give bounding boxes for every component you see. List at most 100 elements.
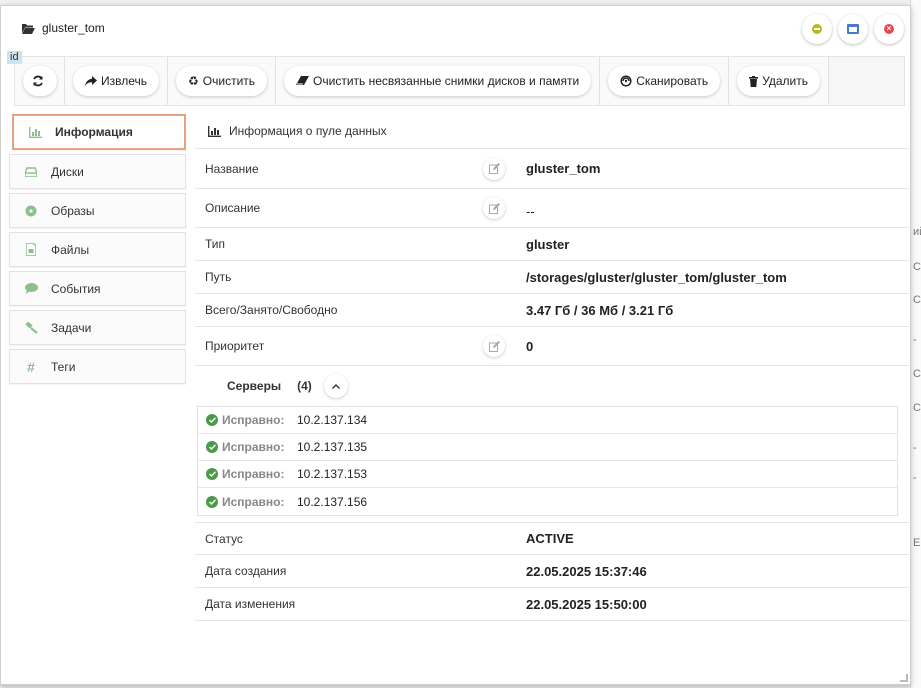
toolbar-group-clean: ♻ Очистить (168, 57, 277, 105)
panel-header: Информация о пуле данных (195, 114, 909, 149)
window-title: gluster_tom (42, 21, 105, 35)
check-circle-icon (206, 441, 218, 453)
sidebar-item-label: События (51, 281, 101, 296)
edit-priority-button[interactable] (483, 335, 505, 357)
edit-icon (488, 202, 500, 214)
list-item: Исправно: 10.2.137.153 (198, 461, 897, 488)
id-badge: id (7, 51, 22, 64)
file-icon (24, 243, 38, 257)
field-row-priority: Приоритет 0 (195, 327, 909, 366)
bar-chart-icon (208, 125, 221, 137)
field-row-space: Всего/Занято/Свободно 3.47 Гб / 36 Мб / … (195, 294, 909, 327)
minimize-button[interactable] (802, 14, 832, 44)
toolbar-group-clean-unlinked: Очистить несвязанные снимки дисков и пам… (276, 57, 601, 105)
field-value-type: gluster (526, 236, 570, 252)
bg-cell: - (913, 334, 917, 346)
sidebar-item-tasks[interactable]: Задачи (9, 310, 186, 345)
close-icon: × (884, 24, 894, 34)
edit-description-button[interactable] (483, 197, 505, 219)
disc-icon (24, 204, 38, 218)
sidebar-item-label: Задачи (51, 320, 92, 335)
sidebar-item-info[interactable]: Информация (12, 114, 186, 150)
eraser-icon (296, 76, 310, 85)
list-item: Исправно: 10.2.137.135 (198, 434, 897, 461)
server-status: Исправно: (222, 467, 285, 481)
toolbar-group-extract: Извлечь (65, 57, 169, 105)
field-label: Дата создания (205, 564, 287, 578)
scan-button[interactable]: Сканировать (608, 66, 721, 96)
field-value-modified: 22.05.2025 15:50:00 (526, 596, 647, 612)
list-item: Исправно: 10.2.137.156 (198, 488, 897, 515)
bg-cell: - (913, 472, 917, 484)
delete-button[interactable]: Удалить (737, 66, 820, 96)
toolbar: Извлечь ♻ Очистить Очистить несвязанные … (14, 56, 905, 106)
bg-cell: С (913, 261, 921, 273)
servers-label: Серверы (227, 379, 282, 393)
sidebar-item-files[interactable]: Файлы (9, 232, 186, 267)
field-row-path: Путь /storages/gluster/gluster_tom/glust… (195, 261, 909, 294)
extract-button[interactable]: Извлечь (73, 66, 160, 96)
sidebar: Информация Диски Образы Файлы События За… (9, 114, 186, 388)
field-row-type: Тип gluster (195, 228, 909, 261)
collapse-servers-button[interactable] (323, 374, 348, 398)
bg-cell: Е (913, 537, 921, 549)
field-label: Дата изменения (205, 597, 296, 611)
check-circle-icon (206, 468, 218, 480)
server-ip: 10.2.137.153 (297, 467, 368, 481)
sidebar-item-label: Файлы (51, 242, 90, 257)
field-row-description: Описание -- (195, 189, 909, 228)
server-status: Исправно: (222, 440, 285, 454)
field-label: Путь (205, 270, 232, 284)
resize-handle[interactable] (900, 674, 908, 682)
server-status: Исправно: (222, 494, 285, 509)
modal-window: gluster_tom × id Извлечь ♻ Очистить Очис… (0, 5, 911, 685)
sidebar-item-disks[interactable]: Диски (9, 154, 186, 189)
field-label: Тип (205, 237, 226, 251)
toolbar-group-refresh (15, 57, 65, 105)
field-label: Описание (205, 201, 261, 215)
bg-cell: - (913, 442, 917, 454)
background-table-edge: ий С С - С С - - Е (910, 0, 921, 688)
clean-button[interactable]: ♻ Очистить (176, 66, 268, 96)
title-bar[interactable]: gluster_tom (1, 6, 910, 50)
sidebar-item-images[interactable]: Образы (9, 193, 186, 228)
scan-icon (620, 75, 632, 87)
panel-title: Информация о пуле данных (229, 124, 387, 138)
info-panel: Информация о пуле данных Название gluste… (195, 114, 909, 621)
field-value-space: 3.47 Гб / 36 Мб / 3.21 Гб (526, 302, 674, 318)
edit-icon (488, 163, 500, 174)
refresh-button[interactable] (23, 66, 57, 96)
bg-cell: ий (913, 226, 921, 238)
field-row-modified: Дата изменения 22.05.2025 15:50:00 (195, 588, 909, 621)
sidebar-item-tags[interactable]: # Теги (9, 349, 186, 384)
maximize-button[interactable] (838, 14, 868, 44)
field-label: Приоритет (205, 339, 265, 353)
comment-icon (24, 282, 38, 296)
field-value-path: /storages/gluster/gluster_tom/gluster_to… (526, 269, 787, 285)
recycle-icon: ♻ (188, 74, 199, 88)
servers-count: (4) (297, 379, 312, 393)
folder-open-icon (22, 23, 35, 34)
chevron-up-icon (331, 383, 340, 389)
field-value-status: ACTIVE (526, 531, 574, 546)
sidebar-item-label: Диски (51, 164, 84, 179)
bg-cell: С (913, 294, 921, 306)
close-button[interactable]: × (874, 14, 904, 44)
maximize-icon (847, 24, 859, 34)
sidebar-item-events[interactable]: События (9, 271, 186, 306)
edit-name-button[interactable] (483, 157, 505, 180)
servers-list: Исправно: 10.2.137.134 Исправно: 10.2.13… (197, 406, 898, 516)
list-item: Исправно: 10.2.137.134 (198, 407, 897, 434)
server-ip: 10.2.137.134 (297, 413, 368, 427)
field-label: Статус (205, 531, 243, 546)
servers-section-header: Серверы (4) (195, 366, 909, 406)
field-row-status: Статус ACTIVE (195, 522, 909, 555)
server-ip: 10.2.137.135 (297, 440, 368, 454)
bg-cell: С (913, 402, 921, 414)
field-row-name: Название gluster_tom (195, 149, 909, 189)
edit-icon (488, 340, 500, 352)
sidebar-item-label: Информация (55, 125, 133, 139)
clean-unlinked-button[interactable]: Очистить несвязанные снимки дисков и пам… (284, 66, 592, 96)
check-circle-icon (206, 495, 218, 508)
server-status: Исправно: (222, 413, 285, 427)
